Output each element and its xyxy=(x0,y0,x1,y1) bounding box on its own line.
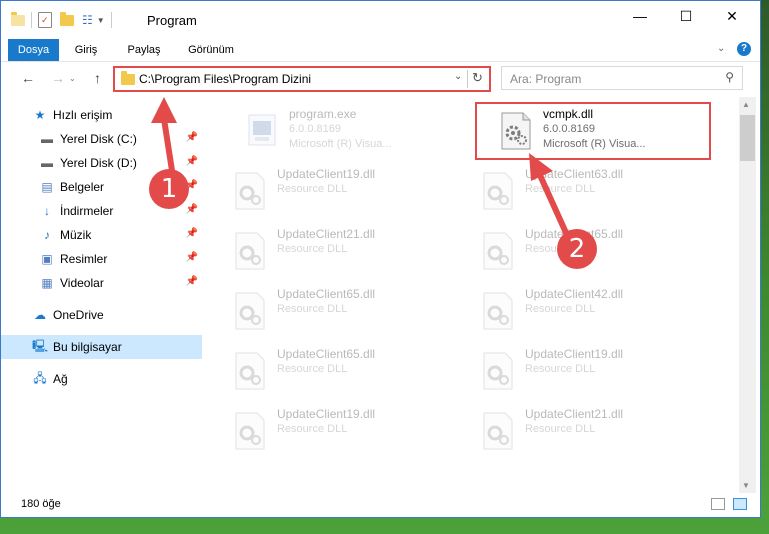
file-explorer-window: ✓ ☷ ▼ Program — ☐ ✕ Dosya Giriş Paylaş G… xyxy=(0,0,761,518)
arrow-2 xyxy=(529,153,570,238)
arrow-1 xyxy=(151,97,177,180)
annotation-arrows xyxy=(151,97,570,238)
callout-1: 1 xyxy=(149,169,189,209)
callout-2: 2 xyxy=(557,229,597,269)
